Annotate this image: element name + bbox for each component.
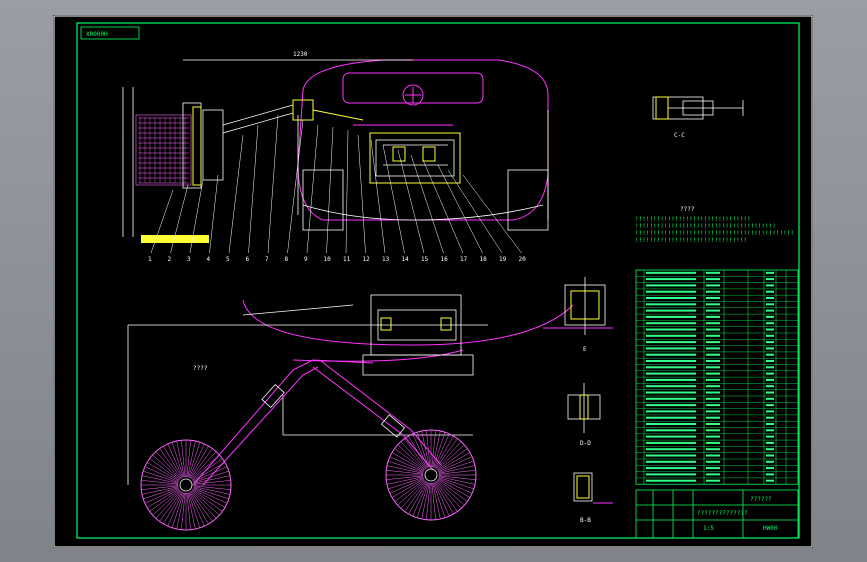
part-number: 18 [480,256,488,263]
truck-rear-view [297,59,549,231]
left-disc-brush [140,439,232,531]
section-c-c: C-C [652,96,744,139]
part-number: 6 [246,256,250,263]
note-line-4: !!!!!!!!!!!!!!!!!!!!!!!!!!!!!!! [635,237,747,244]
bottom-plan-view: ???? [127,294,574,531]
part-number: 20 [519,256,527,263]
cad-viewer-background: X0000H 1230 1 2 3 4 5 6 7 8 9 10 11 12 1… [0,0,867,562]
section-e: E [543,277,613,353]
part-number: 7 [265,256,269,263]
part-number: 5 [226,256,230,263]
note-line-2: !!!!!!!!!!!!!!!!!!!!!!!!!!!!!!!!!!!!!!! [635,223,776,230]
title-block: ?????? ?????????????? HW00 1:5 [635,489,799,539]
part-number: 19 [499,256,507,263]
section-label-d-d: D-D [580,440,591,447]
parts-list-table [635,269,799,485]
drawing-code: HW00 [763,525,778,532]
section-b-b: B-B [573,472,613,524]
technical-notes: ???? !!!!!!!!!!!!!!!!!!!!!!!!!!!!!!!! !!… [635,206,794,244]
tag-label: X0000H [86,31,108,38]
part-number: 2 [168,256,172,263]
drawing-name: ?????? [750,496,772,503]
part-number: 4 [207,256,211,263]
part-number: 11 [343,256,351,263]
section-label-b-b: B-B [580,517,591,524]
part-number: 13 [382,256,390,263]
part-number: 17 [460,256,468,263]
drawing-scale: 1:5 [703,525,714,532]
misc-label: ???? [193,365,208,372]
part-number: 9 [304,256,308,263]
note-line-3: !!!!!!!!!!!!!!!!!!!!!!!!!!!!!!!!!!!!!!!!… [635,230,794,237]
company-name: ?????????????? [697,510,748,517]
part-number: 15 [421,256,429,263]
note-line-1: !!!!!!!!!!!!!!!!!!!!!!!!!!!!!!!! [635,216,751,223]
part-number: 8 [285,256,289,263]
engineering-drawing: X0000H 1230 1 2 3 4 5 6 7 8 9 10 11 12 1… [53,15,813,548]
part-number: 14 [402,256,410,263]
right-disc-brush [385,429,477,521]
section-d-d: D-D [567,383,601,447]
view-label-c-c: C-C [674,132,685,139]
part-number: 3 [187,256,191,263]
note-title: ???? [680,206,695,213]
top-dimension: 1230 [293,51,308,58]
part-number: 12 [363,256,371,263]
part-number: 10 [324,256,332,263]
section-label-e: E [583,346,587,353]
part-number: 16 [441,256,449,263]
drawing-sheet: X0000H 1230 1 2 3 4 5 6 7 8 9 10 11 12 1… [53,15,813,548]
part-number: 1 [148,256,152,263]
outer-border [53,15,813,548]
